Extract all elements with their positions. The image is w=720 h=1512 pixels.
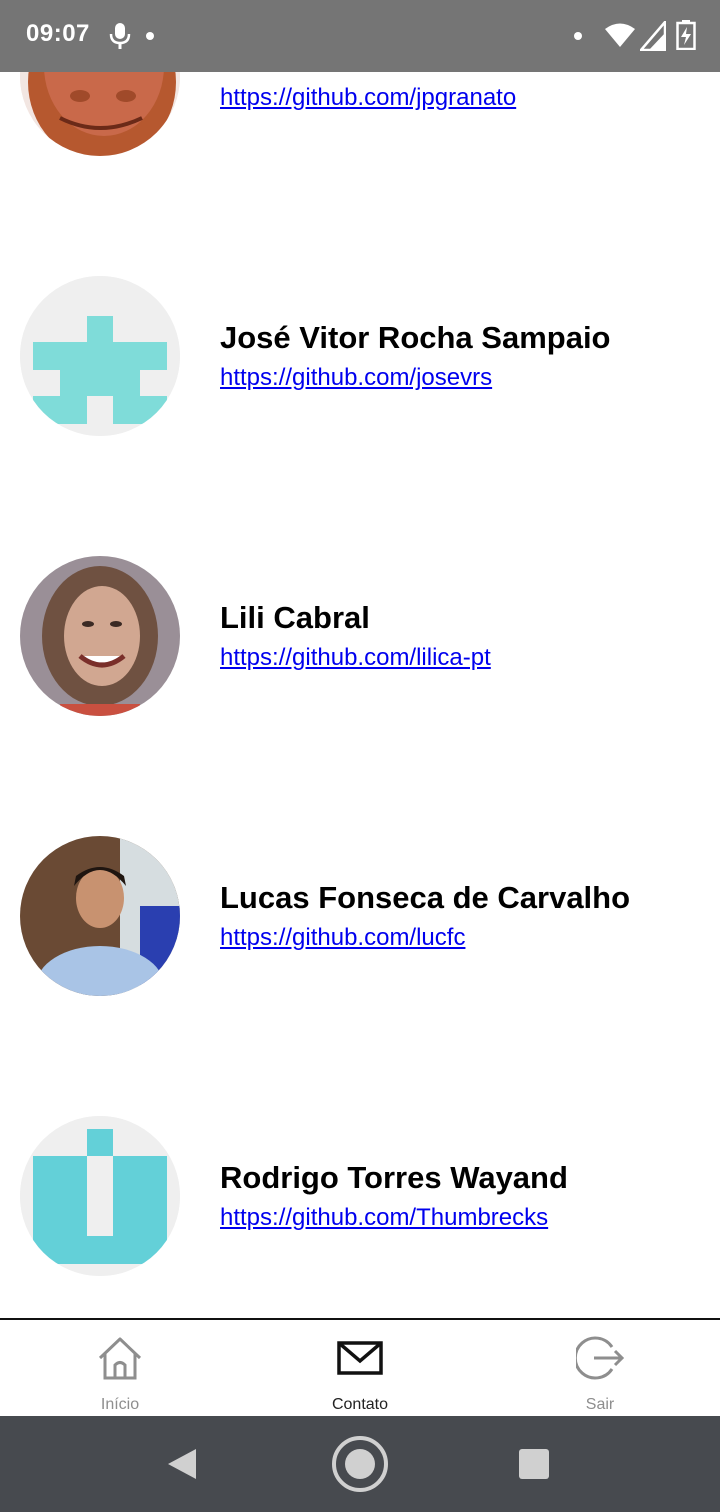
notification-dot-icon xyxy=(146,32,154,40)
github-link[interactable]: https://github.com/Thumbrecks xyxy=(220,1204,548,1232)
list-item: José Vitor Rocha Sampaio https://github.… xyxy=(0,276,720,436)
avatar xyxy=(20,556,180,716)
contact-list[interactable]: https://github.com/jpgranato José Vitor … xyxy=(0,0,720,1318)
contact-name: Lucas Fonseca de Carvalho xyxy=(220,880,631,915)
home-circle-icon[interactable] xyxy=(330,1434,390,1494)
tab-label: Sair xyxy=(585,1396,615,1413)
status-bar: 09:07 xyxy=(0,0,720,72)
back-icon[interactable] xyxy=(152,1434,212,1494)
home-icon xyxy=(96,1334,144,1382)
logout-icon xyxy=(573,1334,625,1382)
identicon-avatar xyxy=(20,276,180,436)
bottom-tab-bar: Início Contato Sair xyxy=(0,1318,720,1416)
notification-dot-icon xyxy=(574,32,582,40)
system-nav-bar xyxy=(0,1416,720,1512)
wifi-icon xyxy=(604,22,636,53)
status-time: 09:07 xyxy=(26,20,90,47)
identicon-avatar xyxy=(20,1116,180,1276)
contact-name: Lili Cabral xyxy=(220,600,370,635)
github-link[interactable]: https://github.com/josevrs xyxy=(220,364,492,392)
tab-label: Início xyxy=(100,1396,140,1413)
mic-icon xyxy=(108,22,132,55)
signal-icon xyxy=(638,18,667,56)
tab-sair[interactable]: Sair xyxy=(480,1320,720,1416)
avatar xyxy=(20,836,180,996)
tab-inicio[interactable]: Início xyxy=(0,1320,240,1416)
contact-name: Rodrigo Torres Wayand xyxy=(220,1160,568,1195)
contact-name: José Vitor Rocha Sampaio xyxy=(220,320,611,355)
github-link[interactable]: https://github.com/jpgranato xyxy=(220,84,516,112)
list-item: Rodrigo Torres Wayand https://github.com… xyxy=(0,1116,720,1276)
list-item: Lucas Fonseca de Carvalho https://github… xyxy=(0,836,720,996)
recents-icon[interactable] xyxy=(504,1434,564,1494)
github-link[interactable]: https://github.com/lilica-pt xyxy=(220,644,491,672)
mail-icon xyxy=(336,1334,384,1382)
battery-charging-icon xyxy=(676,20,696,55)
tab-label: Contato xyxy=(331,1396,389,1413)
tab-contato[interactable]: Contato xyxy=(240,1320,480,1416)
list-item: Lili Cabral https://github.com/lilica-pt xyxy=(0,556,720,716)
github-link[interactable]: https://github.com/lucfc xyxy=(220,924,465,952)
